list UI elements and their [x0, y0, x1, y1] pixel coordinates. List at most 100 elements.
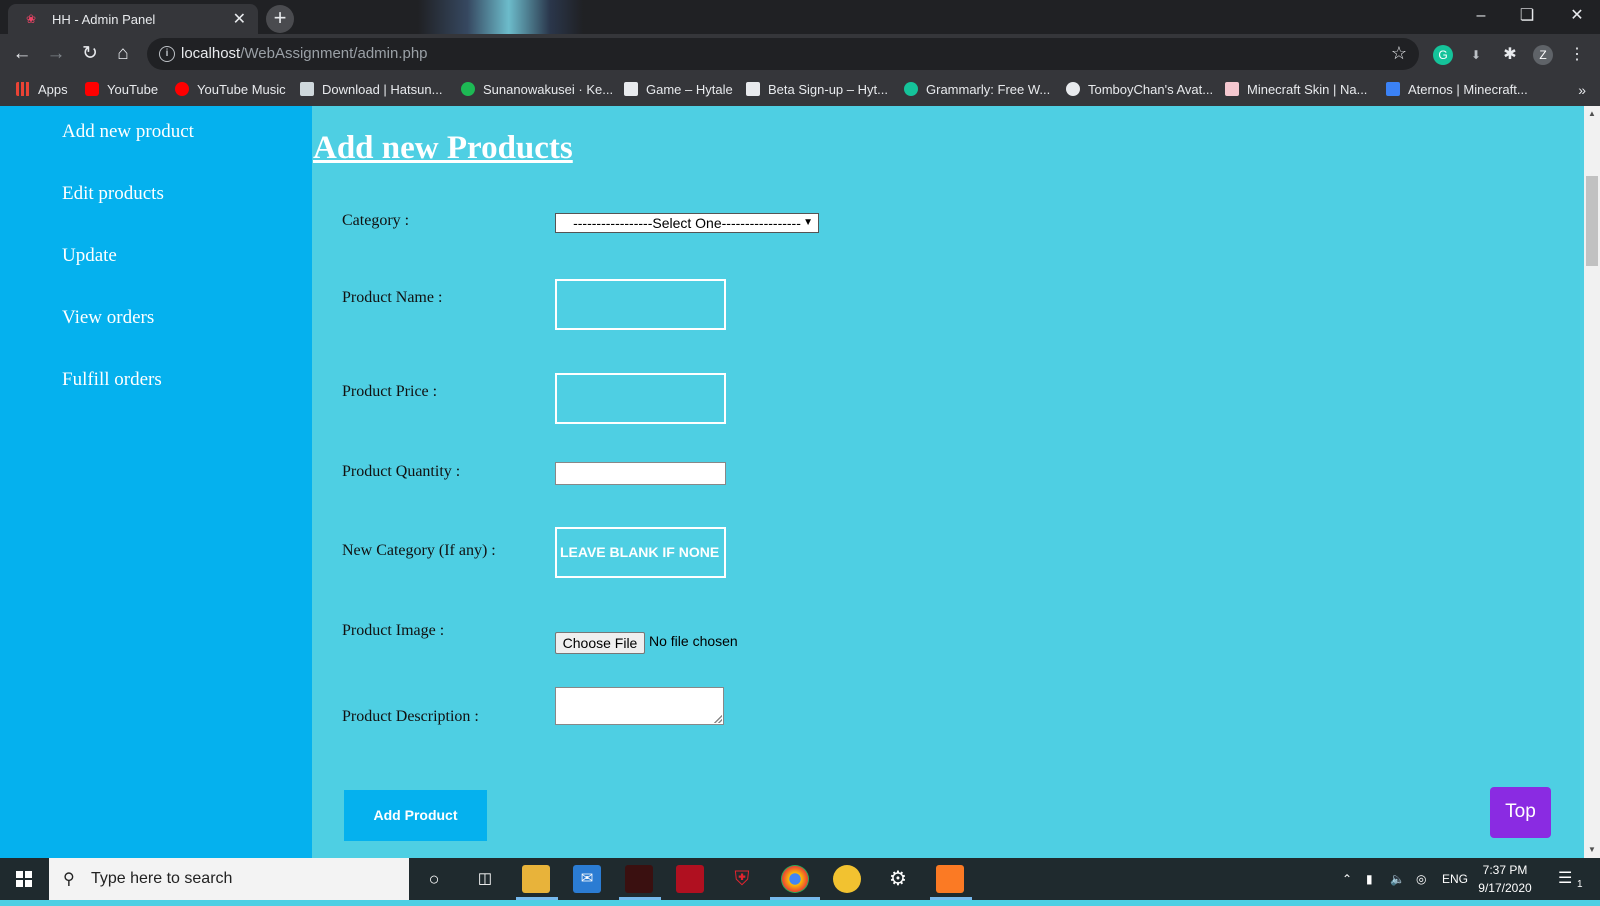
- spotify-icon: [461, 82, 475, 96]
- new-category-placeholder: LEAVE BLANK IF NONE: [560, 544, 720, 560]
- choose-file-button[interactable]: Choose File: [555, 632, 645, 654]
- bookmark-label: Download | Hatsun...: [322, 82, 443, 97]
- scroll-top-button[interactable]: Top: [1490, 787, 1551, 838]
- tab-admin-panel[interactable]: ❀ HH - Admin Panel ✕: [8, 4, 258, 34]
- bookmark-game-hytale[interactable]: Game – Hytale: [624, 74, 733, 106]
- site-info-icon[interactable]: i: [159, 46, 175, 62]
- aternos-icon: [1386, 82, 1400, 96]
- restore-icon[interactable]: ❏: [1504, 0, 1550, 34]
- msi-shield-icon[interactable]: ⛨: [728, 865, 756, 893]
- category-select[interactable]: -----------------Select One-------------…: [555, 213, 819, 233]
- windows-start-button[interactable]: [0, 858, 48, 900]
- sidebar-item-view-orders[interactable]: View orders: [62, 307, 154, 329]
- browser-toolbar: ← → ↻ ⌂ i localhost/WebAssignment/admin.…: [0, 34, 1600, 74]
- bookmark-label: YouTube Music: [197, 82, 286, 97]
- bookmark-label: Aternos | Minecraft...: [1408, 82, 1528, 97]
- taskbar-search-input[interactable]: ⚲ Type here to search: [49, 858, 409, 900]
- site-favicon-icon: ❀: [25, 12, 37, 26]
- add-product-button[interactable]: Add Product: [344, 790, 487, 841]
- bookmark-star-icon[interactable]: ☆: [1391, 43, 1407, 64]
- garena-icon[interactable]: [676, 865, 704, 893]
- sidebar-item-fulfill-orders[interactable]: Fulfill orders: [62, 369, 162, 391]
- extensions-puzzle-icon[interactable]: ✱: [1500, 45, 1520, 65]
- steelseries-icon[interactable]: ⚙: [884, 865, 912, 893]
- profile-avatar[interactable]: Z: [1533, 45, 1553, 65]
- bookmarks-bar: Apps YouTube YouTube Music Download | Ha…: [0, 74, 1600, 106]
- cortana-icon[interactable]: ○: [420, 865, 448, 893]
- taskbar-clock[interactable]: 7:37 PM 9/17/2020: [1468, 861, 1542, 897]
- product-image-label: Product Image :: [342, 622, 445, 639]
- show-hidden-icons-icon[interactable]: ⌃: [1342, 858, 1352, 900]
- bookmark-aternos[interactable]: Aternos | Minecraft...: [1386, 74, 1528, 106]
- notifications-icon[interactable]: ☰: [1558, 858, 1572, 900]
- battery-icon[interactable]: ▮: [1366, 858, 1373, 900]
- youtube-icon: [85, 82, 99, 96]
- minimize-icon[interactable]: –: [1458, 0, 1504, 34]
- bookmark-tomboychan[interactable]: TomboyChan's Avat...: [1066, 74, 1213, 106]
- new-category-input[interactable]: LEAVE BLANK IF NONE: [555, 527, 726, 578]
- new-category-label: New Category (If any) :: [342, 542, 496, 559]
- bookmark-label: YouTube: [107, 82, 159, 97]
- bookmark-youtube-music[interactable]: YouTube Music: [175, 74, 286, 106]
- address-bar[interactable]: i localhost/WebAssignment/admin.php ☆: [147, 38, 1419, 70]
- bookmark-minecraft-skin[interactable]: Minecraft Skin | Na...: [1225, 74, 1367, 106]
- category-selected-value: -----------------Select One-------------…: [573, 215, 801, 231]
- back-arrow-icon[interactable]: ←: [10, 42, 34, 66]
- bookmark-spotify[interactable]: Sunanowakusei · Ke...: [461, 74, 613, 106]
- browser-theme-art: [418, 0, 583, 34]
- windows-logo-icon: [16, 871, 32, 887]
- page-scrollbar[interactable]: ▲ ▼: [1584, 106, 1600, 858]
- bookmarks-overflow-icon[interactable]: »: [1578, 74, 1586, 106]
- resize-grip-icon[interactable]: [714, 715, 722, 723]
- home-icon[interactable]: ⌂: [111, 42, 135, 66]
- bookmark-label: Sunanowakusei · Ke...: [483, 82, 614, 97]
- file-explorer-icon[interactable]: [522, 865, 550, 893]
- product-quantity-input[interactable]: [555, 462, 726, 485]
- sidebar-item-edit-products[interactable]: Edit products: [62, 183, 164, 205]
- grammarly-extension-icon[interactable]: G: [1433, 45, 1453, 65]
- bookmark-grammarly[interactable]: Grammarly: Free W...: [904, 74, 1050, 106]
- product-description-textarea[interactable]: [555, 687, 724, 725]
- url-path: /WebAssignment/admin.php: [240, 45, 428, 62]
- page-icon: [300, 82, 314, 96]
- bookmark-youtube[interactable]: YouTube: [85, 74, 158, 106]
- sidebar-item-add-new-product[interactable]: Add new product: [62, 121, 194, 143]
- download-extension-icon[interactable]: ⬇: [1466, 45, 1486, 65]
- bookmark-label: Game – Hytale: [646, 82, 733, 97]
- language-indicator[interactable]: ENG: [1442, 858, 1468, 900]
- scroll-up-icon[interactable]: ▲: [1584, 106, 1600, 122]
- product-description-label: Product Description :: [342, 708, 479, 725]
- sidebar-item-update[interactable]: Update: [62, 245, 117, 267]
- bookmark-label: Apps: [38, 82, 68, 97]
- product-name-label: Product Name :: [342, 289, 443, 306]
- mail-icon[interactable]: ✉: [573, 865, 601, 893]
- clock-time: 7:37 PM: [1482, 863, 1528, 877]
- search-placeholder: Type here to search: [91, 870, 233, 887]
- bookmark-apps[interactable]: Apps: [16, 74, 68, 106]
- lemon-app-icon[interactable]: [833, 865, 861, 893]
- reload-icon[interactable]: ↻: [78, 42, 102, 66]
- search-icon: ⚲: [63, 871, 75, 888]
- bookmark-download-hatsune[interactable]: Download | Hatsun...: [300, 74, 442, 106]
- chevron-down-icon: ▼: [803, 217, 813, 228]
- hytale-icon: [746, 82, 760, 96]
- grammarly-icon: [904, 82, 918, 96]
- close-tab-icon[interactable]: ✕: [233, 9, 246, 29]
- task-view-icon[interactable]: ◫: [471, 865, 499, 893]
- new-tab-button[interactable]: +: [266, 5, 294, 33]
- close-window-icon[interactable]: ✕: [1554, 0, 1600, 34]
- product-price-input[interactable]: [555, 373, 726, 424]
- volume-icon[interactable]: 🔈: [1390, 858, 1405, 900]
- bookmark-beta-signup[interactable]: Beta Sign-up – Hyt...: [746, 74, 888, 106]
- wifi-icon[interactable]: ◎: [1416, 858, 1426, 900]
- msi-dragon-icon[interactable]: [625, 865, 653, 893]
- chrome-icon[interactable]: [781, 865, 809, 893]
- browser-menu-icon[interactable]: ⋮: [1567, 45, 1587, 65]
- url-text[interactable]: localhost/WebAssignment/admin.php: [181, 45, 428, 62]
- scroll-down-icon[interactable]: ▼: [1584, 842, 1600, 858]
- product-name-input[interactable]: [555, 279, 726, 330]
- xampp-icon[interactable]: [936, 865, 964, 893]
- forward-arrow-icon[interactable]: →: [44, 42, 68, 66]
- youtube-music-icon: [175, 82, 189, 96]
- scrollbar-thumb[interactable]: [1586, 176, 1598, 266]
